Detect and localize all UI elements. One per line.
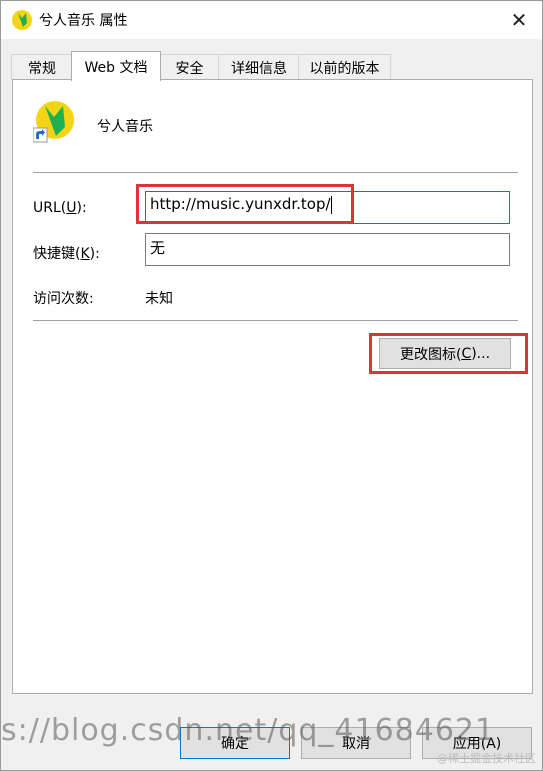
shortcut-key-input[interactable]: 无 xyxy=(145,233,510,266)
close-button[interactable]: ✕ xyxy=(496,1,542,39)
tab-web-document[interactable]: Web 文档 xyxy=(71,51,161,81)
tab-details[interactable]: 详细信息 xyxy=(218,54,300,80)
app-icon xyxy=(12,10,32,30)
separator xyxy=(33,320,518,321)
url-label: URL(U): xyxy=(33,200,87,216)
visit-count-value: 未知 xyxy=(145,291,173,307)
close-icon: ✕ xyxy=(510,8,528,32)
web-document-panel: 兮人音乐 URL(U): http://music.yunxdr.top/ 快捷… xyxy=(12,79,533,694)
separator xyxy=(33,172,518,173)
visit-count-label: 访问次数: xyxy=(33,291,94,307)
change-icon-highlight-box xyxy=(369,333,528,374)
tab-previous-versions[interactable]: 以前的版本 xyxy=(298,54,391,80)
window-title: 兮人音乐 属性 xyxy=(39,13,128,29)
app-name: 兮人音乐 xyxy=(97,119,153,135)
watermark-text: s://blog.csdn.net/qq_41684621 xyxy=(1,713,496,748)
corner-watermark: @稀土掘金技术社区 xyxy=(437,752,536,765)
title-bar: 兮人音乐 属性 ✕ xyxy=(1,1,542,39)
tab-general[interactable]: 常规 xyxy=(11,54,73,80)
shortcut-app-icon xyxy=(33,101,74,143)
shortcut-label: 快捷键(K): xyxy=(33,246,100,262)
tab-security[interactable]: 安全 xyxy=(159,54,220,80)
properties-dialog: 兮人音乐 属性 ✕ 常规 Web 文档 安全 详细信息 以前的版本 兮人音乐 U… xyxy=(0,0,543,771)
url-highlight-box xyxy=(136,184,354,224)
